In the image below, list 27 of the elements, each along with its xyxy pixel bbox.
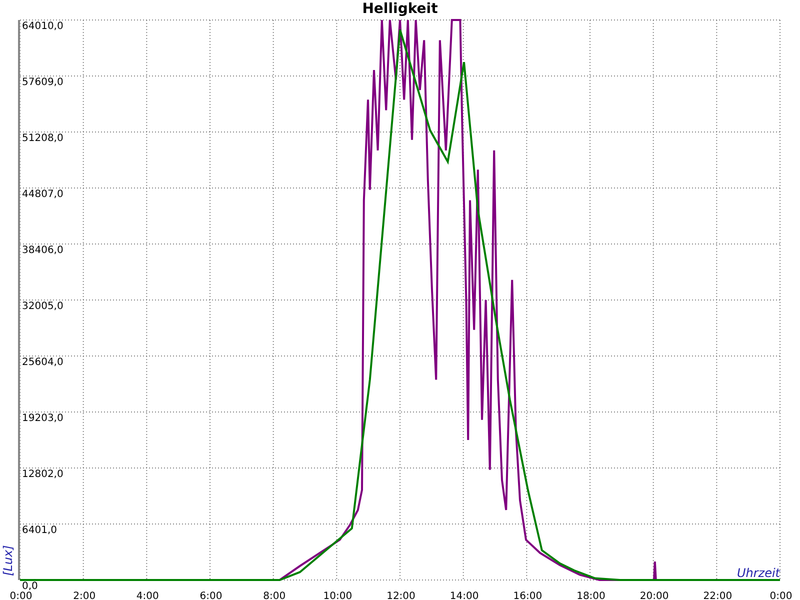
y-tick-label: 64010,0	[22, 21, 64, 32]
x-tick-label: 6:00	[200, 591, 222, 600]
y-tick-label: 32005,0	[22, 301, 64, 312]
x-tick-label: 4:00	[136, 591, 159, 600]
y-axis-label: [Lux]	[1, 545, 15, 576]
y-tick-label: 25604,0	[22, 357, 64, 368]
y-tick-label: 6401,0	[22, 525, 57, 536]
y-tick-label: 57609,0	[22, 77, 64, 88]
x-tick-label: 18:00	[576, 591, 606, 600]
y-tick-label: 19203,0	[22, 413, 64, 424]
x-tick-label: 0:00	[770, 591, 792, 600]
x-tick-label: 16:00	[513, 591, 542, 600]
x-tick-label: 8:00	[263, 591, 286, 600]
x-tick-label: 10:00	[323, 591, 352, 600]
y-tick-label: 44807,0	[22, 189, 64, 200]
x-tick-label: 12:00	[386, 591, 416, 600]
x-axis-label: Uhrzeit	[736, 566, 780, 580]
x-tick-label: 22:00	[703, 591, 732, 600]
y-tick-label: 0,0	[22, 581, 38, 592]
x-tick-label: 0:00	[10, 591, 32, 600]
chart-title: Helligkeit	[362, 1, 438, 17]
x-tick-label: 2:00	[73, 591, 96, 600]
y-tick-label: 38406,0	[22, 245, 64, 256]
x-tick-label: 14:00	[450, 591, 479, 600]
y-tick-label: 51208,0	[22, 133, 64, 144]
y-tick-label: 12802,0	[22, 469, 64, 480]
x-tick-label: 20:00	[640, 591, 669, 600]
